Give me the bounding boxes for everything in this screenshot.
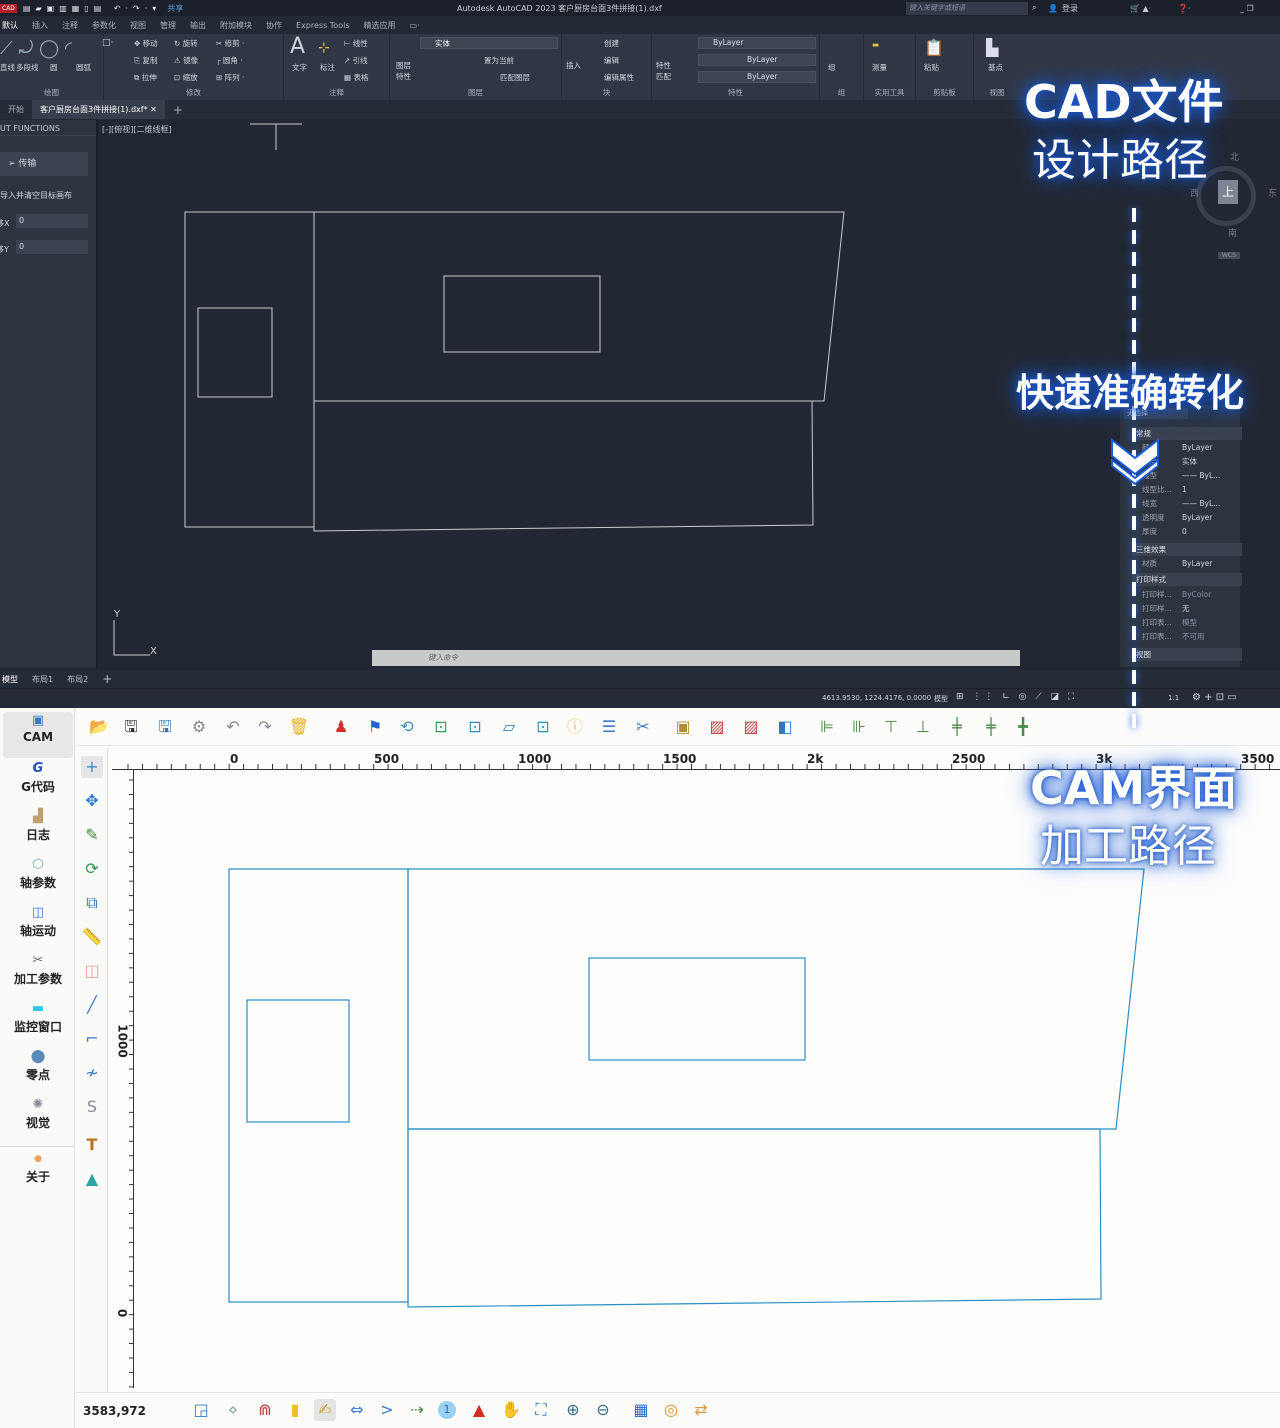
cam-status-bar: 3583,972 ◲ ⋄ ⋒ ▮ ✍ ⇔ > ⇢ 1 ▲ ✋ ⛶ ⊕ ⊖ ▦ ◎… [76, 1392, 1280, 1428]
tab-model[interactable]: 模型 [2, 674, 18, 685]
prop-row[interactable]: 图层 实体 [1142, 455, 1252, 469]
cutout-hob [443, 275, 601, 353]
overlay-conversion: 快速准确转化 [1016, 371, 1245, 415]
prop-row[interactable]: 线型 —— ByL... [1142, 469, 1252, 483]
add-layout-button[interactable]: + [102, 672, 112, 686]
nodes-icon[interactable]: ⋄ [222, 1399, 244, 1421]
path-cutout-sink [246, 999, 350, 1123]
path-left-strip [228, 868, 409, 1303]
settings-icon[interactable]: ⚙ + ⊡ ▭ [1192, 692, 1237, 703]
prop-row[interactable]: 打印表... 不可用 [1142, 630, 1252, 644]
viewcube-east[interactable]: 东 [1268, 186, 1277, 199]
coordinates-readout: 4613.9530, 1224.4176, 0.0000 [822, 694, 932, 702]
magnet-icon[interactable]: ⋒ [254, 1399, 276, 1421]
hand-icon[interactable]: ✋ [500, 1399, 522, 1421]
overlay-cad-title: CAD文件 [1024, 75, 1224, 129]
annotation-scale[interactable]: 1:1 [1168, 694, 1179, 702]
zoom-out-icon[interactable]: ⊖ [592, 1399, 614, 1421]
layout-tabs: 模型 布局1 布局2 + [0, 670, 1280, 688]
overlay-cam-title: CAM界面 [1030, 761, 1238, 815]
view-settings-icon[interactable]: ◎ [660, 1399, 682, 1421]
layer-badge[interactable]: 1 [438, 1401, 456, 1419]
prop-row[interactable]: 颜色 ByLayer [1142, 441, 1252, 455]
cutout-sink [197, 307, 273, 398]
prop-row[interactable]: 线宽 —— ByL... [1142, 497, 1252, 511]
viewcube-north[interactable]: 北 [1230, 150, 1239, 163]
status-tool-icons[interactable]: ⊞ ⋮⋮ ∟ ◎ ⟋ ◪ ⛶ [956, 692, 1077, 702]
overlay-cam-subtitle: 加工路径 [1040, 821, 1216, 872]
fit-icon[interactable]: ◲ [190, 1399, 212, 1421]
tab-layout1[interactable]: 布局1 [32, 674, 53, 685]
path-cutout-hob [588, 957, 806, 1061]
properties-palette: 无选择 常规 颜色 ByLayer 图层 实体 线型 —— ByL... 线型比...… [1120, 405, 1242, 667]
model-space-button[interactable]: 模型 [934, 694, 948, 704]
prop-row[interactable]: 材质 ByLayer [1142, 557, 1252, 571]
prop-row[interactable]: 打印样... ByColor [1142, 588, 1252, 602]
viewcube[interactable]: 北 上 西 东 南 WCS [1190, 150, 1277, 270]
status-bar: 4613.9530, 1224.4176, 0.0000 模型 ⊞ ⋮⋮ ∟ ◎… [0, 688, 1280, 708]
section-general[interactable]: 常规 [1132, 427, 1242, 440]
warning-icon[interactable]: ▲ [468, 1399, 490, 1421]
wcs-button[interactable]: WCS [1218, 252, 1240, 259]
prop-row[interactable]: 透明度 ByLayer [1142, 511, 1252, 525]
angle-icon[interactable]: > [376, 1399, 398, 1421]
prop-row[interactable]: 线型比... 1 [1142, 483, 1252, 497]
path-upper-panel [407, 868, 1145, 1130]
section-3d-effects[interactable]: 三维效果 [1132, 543, 1242, 556]
command-line-input[interactable]: 键入命令 [372, 650, 1020, 666]
crosshair [250, 123, 302, 150]
zoom-fit-icon[interactable]: ⛶ [530, 1399, 552, 1421]
section-plot-style[interactable]: 打印样式 [1132, 573, 1242, 586]
overlay-cad-subtitle: 设计路径 [1032, 135, 1208, 186]
path-lower-panel [407, 1128, 1102, 1308]
width-icon[interactable]: ⇔ [346, 1399, 368, 1421]
ucs-x-label: X [150, 646, 157, 657]
outline-upper-panel [313, 211, 845, 402]
tab-layout2[interactable]: 布局2 [67, 674, 88, 685]
cursor-coordinates: 3583,972 [83, 1404, 147, 1418]
transfer-icon[interactable]: ⇄ [690, 1399, 712, 1421]
ucs-icon [113, 620, 150, 656]
outline-left-strip [184, 211, 315, 528]
draw-mode-icon[interactable]: ✍ [314, 1399, 336, 1421]
viewcube-south[interactable]: 南 [1228, 226, 1237, 239]
outline-lower-panel [313, 400, 814, 532]
laser-icon[interactable]: ▮ [284, 1399, 306, 1421]
prop-row[interactable]: 打印样... 无 [1142, 602, 1252, 616]
section-view[interactable]: 视图 [1132, 648, 1242, 661]
viewcube-top-face[interactable]: 上 [1218, 180, 1238, 204]
prop-row[interactable]: 厚度 0 [1142, 525, 1252, 539]
ucs-y-label: Y [113, 609, 121, 620]
prop-row[interactable]: 打印表... 模型 [1142, 616, 1252, 630]
grid-settings-icon[interactable]: ▦ [630, 1399, 652, 1421]
zoom-in-icon[interactable]: ⊕ [562, 1399, 584, 1421]
direction-icon[interactable]: ⇢ [406, 1399, 428, 1421]
